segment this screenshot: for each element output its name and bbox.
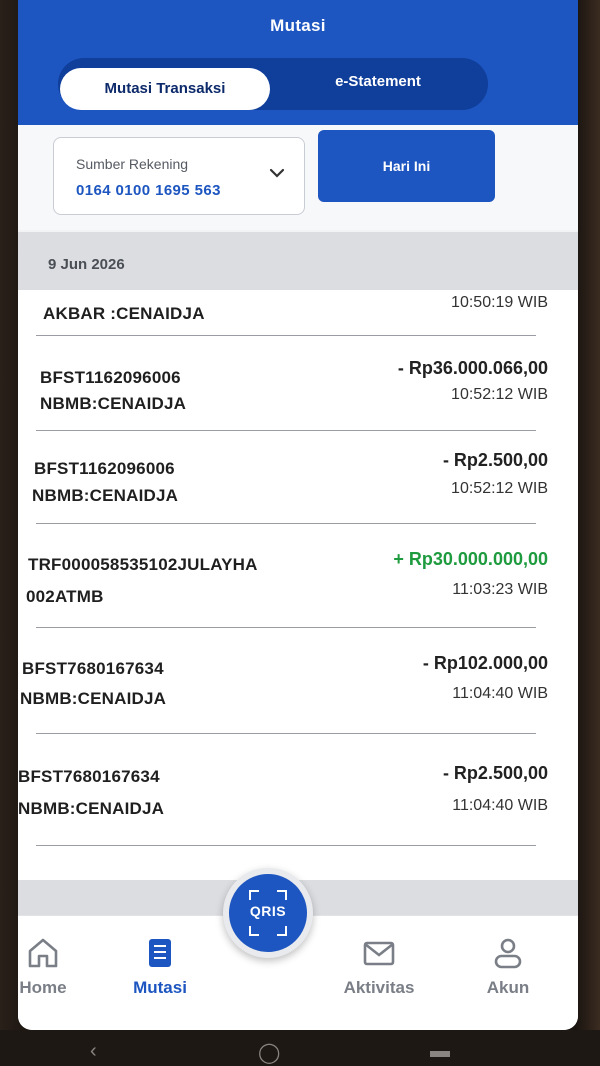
tab-mutasi-transaksi[interactable]: Mutasi Transaksi [60, 68, 270, 110]
scan-frame-corner [277, 890, 287, 900]
page-title: Mutasi [270, 16, 326, 35]
nav-akun[interactable]: Akun [458, 934, 558, 998]
nav-akun-label: Akun [486, 978, 530, 997]
transaction-amount: - Rp102.000,00 [422, 653, 548, 673]
user-icon [494, 938, 522, 969]
transaction-description: BFST7680167634 [22, 659, 164, 678]
nav-aktivitas-label: Aktivitas [343, 978, 415, 997]
row-divider [36, 335, 536, 336]
home-circle-icon[interactable]: ◯ [258, 1040, 280, 1065]
transaction-row[interactable]: BFST7680167634 NBMB:CENAIDJA - Rp2.500,0… [18, 733, 578, 843]
transaction-list: AKBAR :CENAIDJA 10:50:19 WIB BFST1162096… [18, 290, 578, 880]
transaction-description: BFST7680167634 [18, 767, 160, 786]
transaction-time: 11:03:23 WIB [452, 581, 548, 598]
transaction-time: 10:50:19 WIB [451, 294, 548, 311]
nav-home-label: Home [19, 978, 67, 997]
transaction-row[interactable]: TRF000058535102JULAYHA 002ATMB + Rp30.00… [18, 523, 578, 628]
transaction-description: AKBAR :CENAIDJA [43, 304, 205, 323]
transaction-row[interactable]: BFST7680167634 NBMB:CENAIDJA - Rp102.000… [18, 627, 578, 732]
transaction-description-line2: NBMB:CENAIDJA [32, 486, 179, 505]
transaction-time: 11:04:40 WIB [452, 685, 548, 702]
system-navigation-bar: ‹ ◯ ▬ [0, 1030, 600, 1066]
transaction-description-line2: 002ATMB [26, 587, 104, 606]
transaction-amount: - Rp36.000.066,00 [397, 358, 548, 378]
transaction-amount: - Rp2.500,00 [442, 763, 548, 783]
mail-icon [363, 941, 395, 966]
account-select[interactable]: Sumber Rekening 0164 0100 1695 563 [53, 137, 305, 215]
account-label: Sumber Rekening [76, 156, 189, 172]
account-number: 0164 0100 1695 563 [76, 182, 221, 199]
qris-scan-button[interactable]: QRIS [223, 868, 313, 958]
nav-aktivitas[interactable]: Aktivitas [329, 934, 429, 998]
scan-frame-corner [277, 926, 287, 936]
period-filter-button[interactable]: Hari Ini [318, 130, 495, 202]
transaction-row[interactable]: BFST1162096006 NBMB:CENAIDJA - Rp36.000.… [18, 340, 578, 435]
date-label: 9 Jun 2026 [48, 256, 125, 273]
nav-home[interactable]: Home [18, 934, 93, 998]
transaction-time: 10:52:12 WIB [451, 480, 548, 497]
nav-mutasi-label: Mutasi [133, 978, 187, 997]
home-icon [28, 938, 58, 968]
scan-frame-corner [249, 926, 259, 936]
transaction-time: 11:04:40 WIB [452, 797, 548, 814]
receipt-icon [149, 939, 171, 967]
date-header: 9 Jun 2026 [18, 232, 578, 290]
row-divider [36, 845, 536, 846]
transaction-row[interactable]: BFST1162096006 NBMB:CENAIDJA - Rp2.500,0… [18, 430, 578, 525]
tab-e-statement[interactable]: e-Statement [278, 56, 478, 108]
app-screen: Mutasi Mutasi Transaksi e-Statement Sumb… [18, 0, 578, 1030]
transaction-description-line2: NBMB:CENAIDJA [18, 799, 165, 818]
transaction-description: BFST1162096006 [40, 368, 181, 387]
recents-icon[interactable]: ▬ [430, 1040, 450, 1063]
tab-bar: Mutasi Transaksi e-Statement [58, 58, 488, 110]
transaction-row[interactable]: AKBAR :CENAIDJA 10:50:19 WIB [18, 290, 578, 340]
transaction-amount: + Rp30.000.000,00 [393, 549, 548, 569]
transaction-time: 10:52:12 WIB [451, 386, 548, 403]
transaction-description-line2: NBMB:CENAIDJA [40, 394, 187, 413]
transaction-description: TRF000058535102JULAYHA [28, 555, 258, 574]
chevron-down-icon [269, 168, 285, 178]
nav-mutasi[interactable]: Mutasi [110, 934, 210, 998]
header-bar: Mutasi Mutasi Transaksi e-Statement [18, 0, 578, 125]
filter-row: Sumber Rekening 0164 0100 1695 563 Hari … [18, 125, 578, 230]
transaction-description: BFST1162096006 [34, 459, 175, 478]
qris-logo: QRIS [249, 903, 287, 919]
scan-frame-corner [249, 890, 259, 900]
back-icon[interactable]: ‹ [90, 1040, 97, 1063]
transaction-amount: - Rp2.500,00 [442, 450, 548, 470]
transaction-description-line2: NBMB:CENAIDJA [20, 689, 167, 708]
